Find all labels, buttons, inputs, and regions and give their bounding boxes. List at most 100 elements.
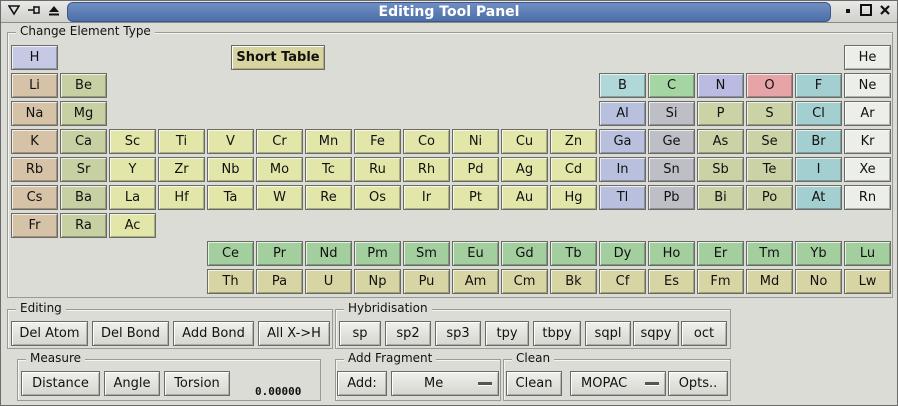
element-button-as[interactable]: As xyxy=(697,129,744,154)
element-button-p[interactable]: P xyxy=(697,101,744,126)
sqpl-button[interactable]: sqpl xyxy=(585,321,631,346)
element-button-eu[interactable]: Eu xyxy=(452,241,499,266)
tpy-button[interactable]: tpy xyxy=(485,321,529,346)
element-button-la[interactable]: La xyxy=(109,185,156,210)
element-button-ce[interactable]: Ce xyxy=(207,241,254,266)
element-button-zr[interactable]: Zr xyxy=(158,157,205,182)
element-button-na[interactable]: Na xyxy=(11,101,58,126)
element-button-th[interactable]: Th xyxy=(207,269,254,294)
element-button-ar[interactable]: Ar xyxy=(844,101,891,126)
element-button-cf[interactable]: Cf xyxy=(599,269,646,294)
element-button-tm[interactable]: Tm xyxy=(746,241,793,266)
element-button-w[interactable]: W xyxy=(256,185,303,210)
element-button-sr[interactable]: Sr xyxy=(60,157,107,182)
element-button-nd[interactable]: Nd xyxy=(305,241,352,266)
element-button-ge[interactable]: Ge xyxy=(648,129,695,154)
element-button-cm[interactable]: Cm xyxy=(501,269,548,294)
shade-icon[interactable] xyxy=(45,3,63,21)
element-button-dy[interactable]: Dy xyxy=(599,241,646,266)
sp-button[interactable]: sp xyxy=(339,321,381,346)
element-button-rh[interactable]: Rh xyxy=(403,157,450,182)
element-button-k[interactable]: K xyxy=(11,129,58,154)
element-button-c[interactable]: C xyxy=(648,73,695,98)
element-button-hg[interactable]: Hg xyxy=(550,185,597,210)
menu-icon[interactable] xyxy=(5,3,23,21)
sqpy-button[interactable]: sqpy xyxy=(633,321,679,346)
element-button-zn[interactable]: Zn xyxy=(550,129,597,154)
sp3-button[interactable]: sp3 xyxy=(435,321,481,346)
element-button-i[interactable]: I xyxy=(795,157,842,182)
element-button-y[interactable]: Y xyxy=(109,157,156,182)
element-button-tb[interactable]: Tb xyxy=(550,241,597,266)
element-button-ag[interactable]: Ag xyxy=(501,157,548,182)
element-button-mg[interactable]: Mg xyxy=(60,101,107,126)
element-button-lu[interactable]: Lu xyxy=(844,241,891,266)
all-x-h-button[interactable]: All X->H xyxy=(258,321,330,346)
element-button-ni[interactable]: Ni xyxy=(452,129,499,154)
element-button-lw[interactable]: Lw xyxy=(844,269,891,294)
element-button-sn[interactable]: Sn xyxy=(648,157,695,182)
element-button-tl[interactable]: Tl xyxy=(599,185,646,210)
element-button-fm[interactable]: Fm xyxy=(697,269,744,294)
element-button-b[interactable]: B xyxy=(599,73,646,98)
element-button-gd[interactable]: Gd xyxy=(501,241,548,266)
sp2-button[interactable]: sp2 xyxy=(385,321,431,346)
element-button-cu[interactable]: Cu xyxy=(501,129,548,154)
element-button-er[interactable]: Er xyxy=(697,241,744,266)
angle-button[interactable]: Angle xyxy=(104,371,160,396)
tbpy-button[interactable]: tbpy xyxy=(533,321,581,346)
element-button-po[interactable]: Po xyxy=(746,185,793,210)
element-button-al[interactable]: Al xyxy=(599,101,646,126)
element-button-pd[interactable]: Pd xyxy=(452,157,499,182)
element-button-fe[interactable]: Fe xyxy=(354,129,401,154)
del-bond-button[interactable]: Del Bond xyxy=(92,321,169,346)
element-button-ne[interactable]: Ne xyxy=(844,73,891,98)
element-button-yb[interactable]: Yb xyxy=(795,241,842,266)
element-button-pa[interactable]: Pa xyxy=(256,269,303,294)
clean-button[interactable]: Clean xyxy=(506,371,562,396)
element-button-bi[interactable]: Bi xyxy=(697,185,744,210)
opts-button[interactable]: Opts.. xyxy=(668,371,728,396)
element-button-pm[interactable]: Pm xyxy=(354,241,401,266)
element-button-am[interactable]: Am xyxy=(452,269,499,294)
distance-button[interactable]: Distance xyxy=(21,371,100,396)
element-button-se[interactable]: Se xyxy=(746,129,793,154)
element-button-ba[interactable]: Ba xyxy=(60,185,107,210)
element-button-mo[interactable]: Mo xyxy=(256,157,303,182)
element-button-au[interactable]: Au xyxy=(501,185,548,210)
element-button-cl[interactable]: Cl xyxy=(795,101,842,126)
element-button-os[interactable]: Os xyxy=(354,185,401,210)
element-button-br[interactable]: Br xyxy=(795,129,842,154)
element-button-cr[interactable]: Cr xyxy=(256,129,303,154)
torsion-button[interactable]: Torsion xyxy=(164,371,230,396)
element-button-kr[interactable]: Kr xyxy=(844,129,891,154)
element-button-np[interactable]: Np xyxy=(354,269,401,294)
element-button-pb[interactable]: Pb xyxy=(648,185,695,210)
add-bond-button[interactable]: Add Bond xyxy=(173,321,254,346)
element-button-he[interactable]: He xyxy=(844,45,891,70)
element-button-be[interactable]: Be xyxy=(60,73,107,98)
element-button-ir[interactable]: Ir xyxy=(403,185,450,210)
element-button-o[interactable]: O xyxy=(746,73,793,98)
element-button-ac[interactable]: Ac xyxy=(109,213,156,238)
element-button-nb[interactable]: Nb xyxy=(207,157,254,182)
element-button-pu[interactable]: Pu xyxy=(403,269,450,294)
element-button-pr[interactable]: Pr xyxy=(256,241,303,266)
element-button-in[interactable]: In xyxy=(599,157,646,182)
element-button-pt[interactable]: Pt xyxy=(452,185,499,210)
element-button-hf[interactable]: Hf xyxy=(158,185,205,210)
element-button-n[interactable]: N xyxy=(697,73,744,98)
element-button-rn[interactable]: Rn xyxy=(844,185,891,210)
del-atom-button[interactable]: Del Atom xyxy=(11,321,88,346)
maximize-icon[interactable] xyxy=(857,3,875,21)
element-button-te[interactable]: Te xyxy=(746,157,793,182)
element-button-sc[interactable]: Sc xyxy=(109,129,156,154)
element-button-rb[interactable]: Rb xyxy=(11,157,58,182)
element-button-no[interactable]: No xyxy=(795,269,842,294)
fragment-select[interactable]: Me xyxy=(391,371,499,396)
element-button-ho[interactable]: Ho xyxy=(648,241,695,266)
element-button-ra[interactable]: Ra xyxy=(60,213,107,238)
element-button-sm[interactable]: Sm xyxy=(403,241,450,266)
clean-method-select[interactable]: MOPAC xyxy=(570,371,666,396)
element-button-tc[interactable]: Tc xyxy=(305,157,352,182)
